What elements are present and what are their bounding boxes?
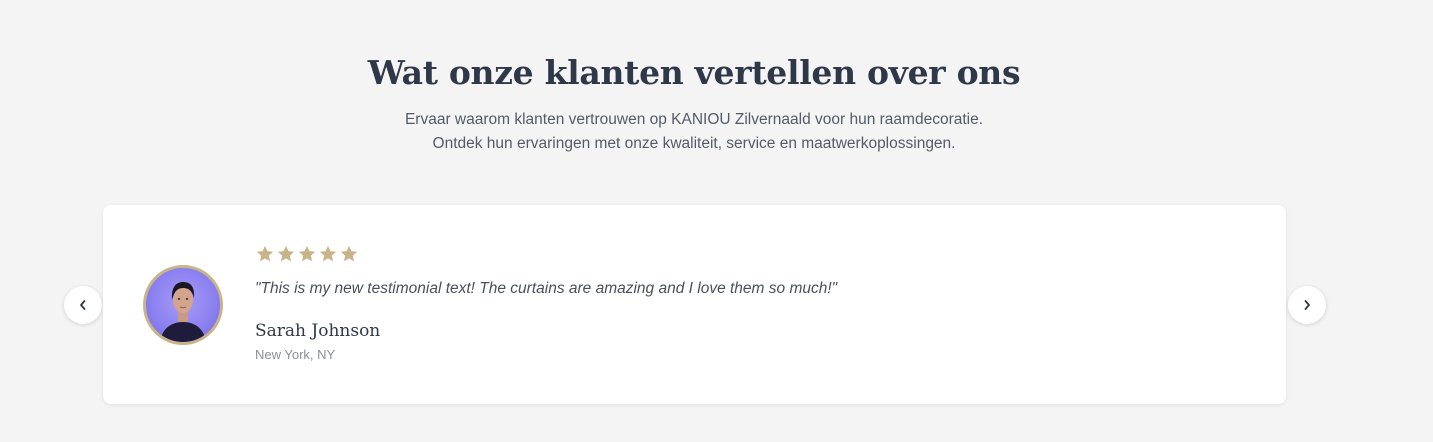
star-icon [340,245,358,262]
subtitle-line-1: Ervaar waarom klanten vertrouwen op KANI… [404,111,984,128]
star-icon [298,245,316,262]
star-icon [256,245,274,262]
chevron-right-icon [1304,300,1310,310]
testimonial-quote: "This is my new testimonial text! The cu… [255,280,838,297]
star-rating [255,244,359,264]
testimonial-card: "This is my new testimonial text! The cu… [103,205,1286,404]
author-name: Sarah Johnson [255,321,381,341]
section-title: Wat onze klanten vertellen over ons [367,53,1021,92]
chevron-left-icon [80,300,86,310]
next-testimonial-button[interactable] [1288,286,1326,324]
previous-testimonial-button[interactable] [64,286,102,324]
star-icon [319,245,337,262]
section-subtitle: Ervaar waarom klanten vertrouwen op KANI… [0,108,1388,156]
customer-avatar [143,265,223,345]
star-icon [277,245,295,262]
author-location: New York, NY [255,347,336,362]
subtitle-line-2: Ontdek hun ervaringen met onze kwaliteit… [432,135,956,152]
